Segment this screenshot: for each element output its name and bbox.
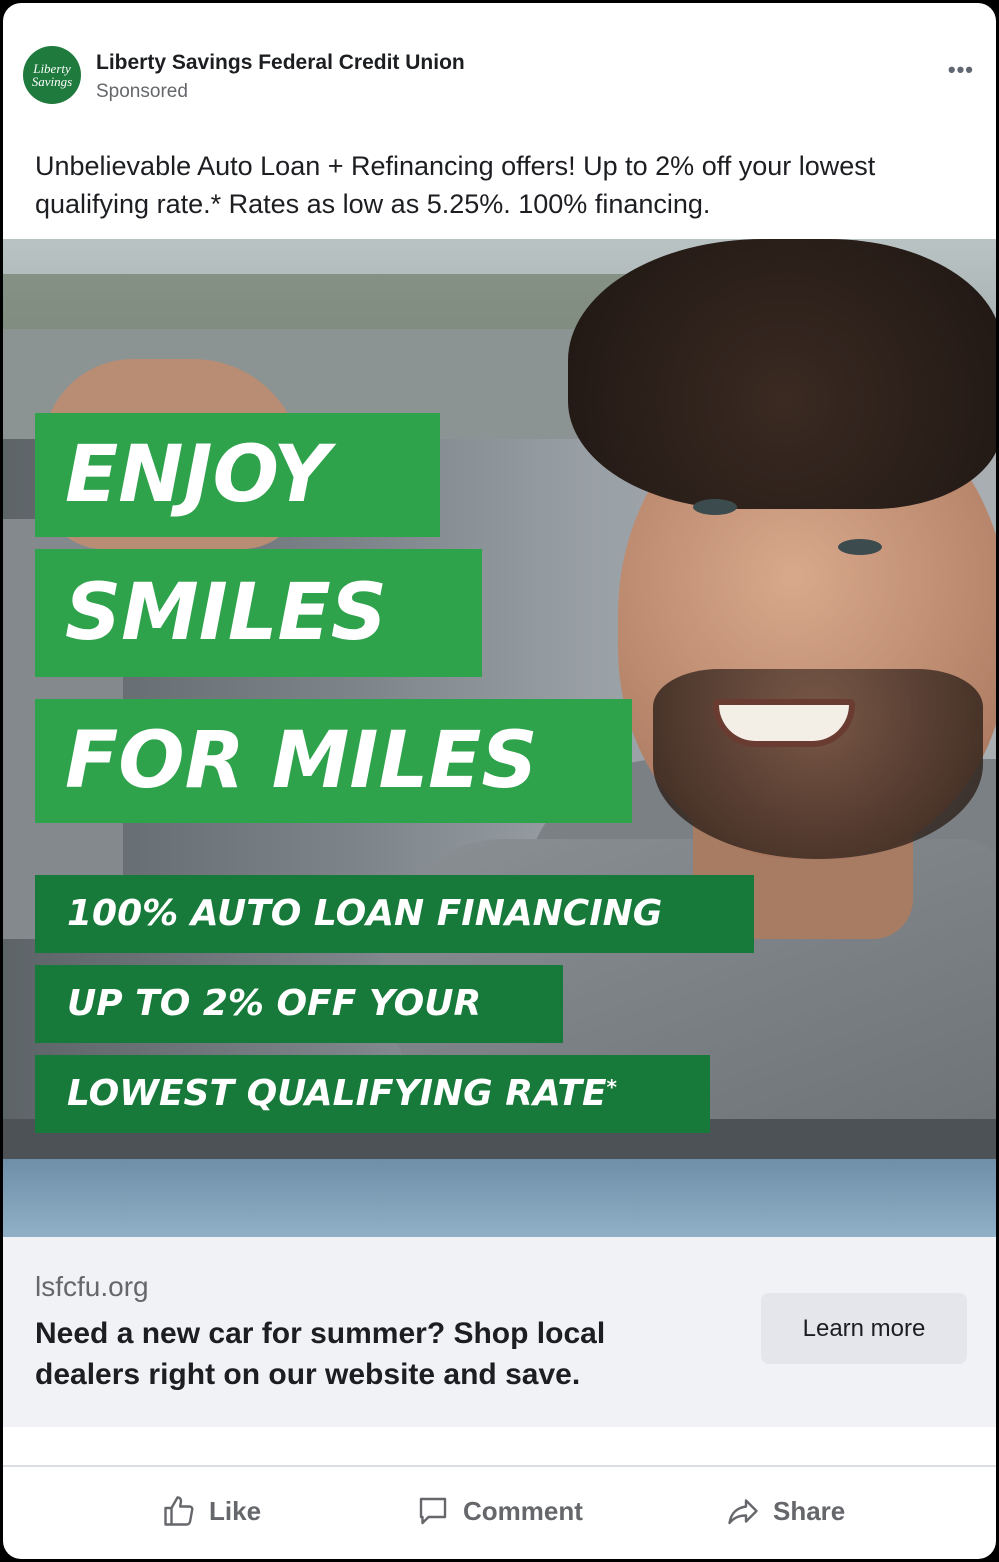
- ad-image[interactable]: ENJOY SMILES FOR MILES 100% AUTO LOAN FI…: [3, 239, 996, 1237]
- page-name-link[interactable]: Liberty Savings Federal Credit Union: [96, 51, 465, 75]
- post-header: Liberty Savings Liberty Savings Federal …: [3, 3, 996, 123]
- man-left-eye: [693, 499, 737, 515]
- link-headline: Need a new car for summer? Shop local de…: [35, 1317, 606, 1391]
- promo-text-3: LOWEST QUALIFYING RATE: [67, 1073, 607, 1114]
- comment-button[interactable]: Comment: [415, 1473, 583, 1549]
- link-domain: lsfcfu.org: [35, 1271, 149, 1302]
- promo-bar-3: LOWEST QUALIFYING RATE *: [35, 1055, 710, 1133]
- promo-text-2: UP TO 2% OFF YOUR: [67, 983, 482, 1024]
- share-arrow-icon: [728, 1499, 758, 1525]
- post-caption: Unbelievable Auto Loan + Refinancing off…: [35, 151, 876, 219]
- like-label: Like: [209, 1495, 262, 1526]
- like-button[interactable]: Like: [161, 1473, 261, 1549]
- headline-bar-2: SMILES: [35, 549, 482, 677]
- share-label: Share: [773, 1495, 846, 1526]
- man-beard: [653, 669, 983, 859]
- promo-bar-2: UP TO 2% OFF YOUR: [35, 965, 563, 1043]
- learn-more-button[interactable]: Learn more: [761, 1293, 967, 1364]
- headline-text-1: ENJOY: [65, 430, 330, 520]
- link-preview[interactable]: lsfcfu.org Need a new car for summer? Sh…: [3, 1237, 996, 1427]
- more-options-icon[interactable]: •••: [948, 57, 974, 83]
- headline-text-2: SMILES: [65, 568, 387, 658]
- avatar-line2: Savings: [31, 74, 73, 89]
- page-avatar[interactable]: Liberty Savings: [23, 46, 81, 104]
- man-right-eye: [838, 539, 882, 555]
- car-door: [3, 1159, 996, 1237]
- thumbs-up-icon: [164, 1496, 194, 1526]
- comment-icon: [419, 1497, 447, 1525]
- man-smile: [713, 699, 855, 747]
- headline-bar-3: FOR MILES: [35, 699, 632, 823]
- sponsored-label[interactable]: Sponsored: [96, 81, 188, 103]
- promo-text-1: 100% AUTO LOAN FINANCING: [67, 893, 663, 934]
- actions-divider: [3, 1465, 996, 1467]
- promo-bar-1: 100% AUTO LOAN FINANCING: [35, 875, 754, 953]
- sponsored-post-card: Liberty Savings Liberty Savings Federal …: [3, 3, 996, 1559]
- share-button[interactable]: Share: [725, 1473, 845, 1549]
- headline-text-3: FOR MILES: [65, 716, 538, 806]
- comment-label: Comment: [463, 1495, 583, 1526]
- man-hair: [568, 239, 996, 509]
- headline-bar-1: ENJOY: [35, 413, 440, 537]
- post-actions: Like Comment Share: [3, 1473, 996, 1549]
- promo-asterisk: *: [606, 1075, 618, 1099]
